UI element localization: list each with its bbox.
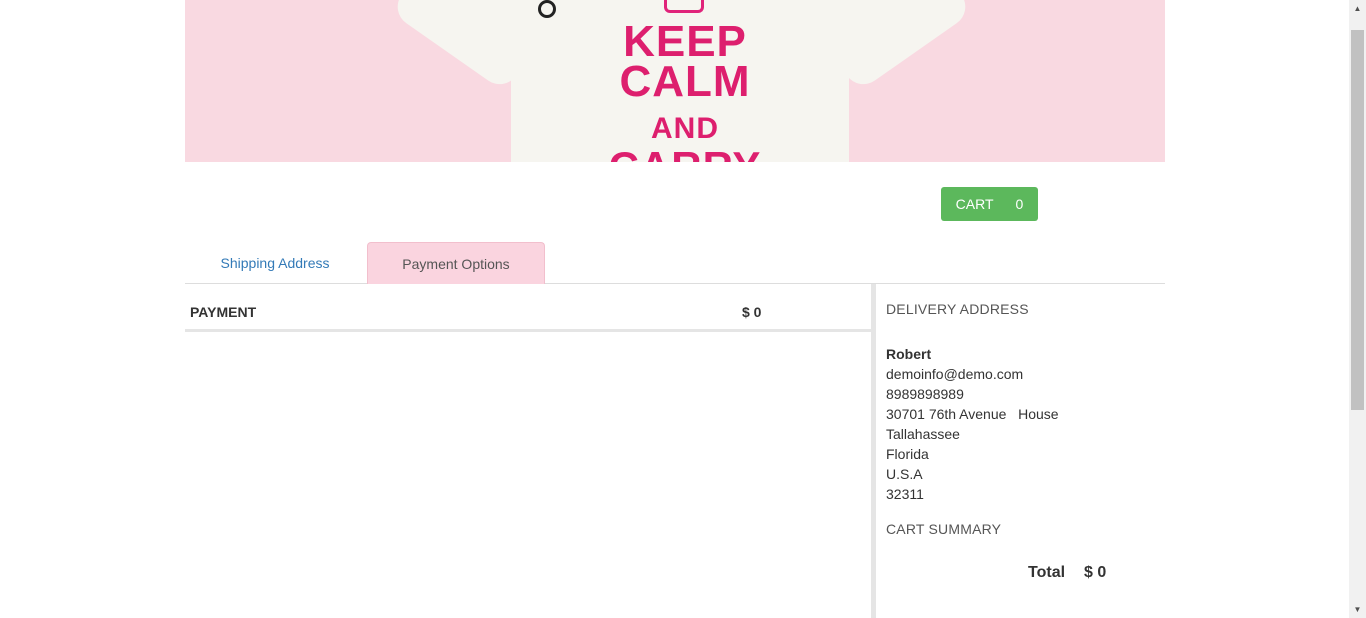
cart-label: CART [955,196,994,212]
hero-banner: KEEP CALM AND CARRY [185,0,1165,162]
cart-count: 0 [1015,196,1024,212]
checkout-tabs: Shipping Address Payment Options [185,242,1165,284]
address-zip: 32311 [886,486,924,502]
cart-button[interactable]: CART 0 [941,187,1038,221]
address-city: Tallahassee [886,426,960,442]
address-street: 30701 76th Avenue House [886,406,1059,422]
page-scrollbar[interactable]: ▲ ▼ [1349,0,1366,618]
snap-button-icon [538,0,556,18]
payment-summary-row: PAYMENT $ 0 [185,290,871,332]
tab-payment-options[interactable]: Payment Options [367,242,545,284]
total-value: $ 0 [1084,564,1107,581]
scroll-thumb[interactable] [1351,30,1364,410]
slogan-line: AND [651,112,719,145]
address-state: Florida [886,446,929,462]
payment-label: PAYMENT [190,304,257,320]
slogan-line: CALM [619,57,751,106]
tab-shipping-address[interactable]: Shipping Address [185,242,365,284]
cart-summary-title: CART SUMMARY [886,521,1002,537]
customer-name: Robert [886,346,932,362]
crown-icon [664,0,704,13]
customer-phone: 8989898989 [886,386,964,402]
scroll-up-icon[interactable]: ▲ [1349,0,1366,17]
address-country: U.S.A [886,466,923,482]
customer-email: demoinfo@demo.com [886,366,1024,382]
scroll-down-icon[interactable]: ▼ [1349,601,1366,618]
payment-amount: $ 0 [742,304,762,320]
column-divider [871,284,876,618]
total-label: Total [1028,564,1066,581]
slogan-line: CARRY [555,144,815,163]
delivery-address-title: DELIVERY ADDRESS [886,301,1029,317]
